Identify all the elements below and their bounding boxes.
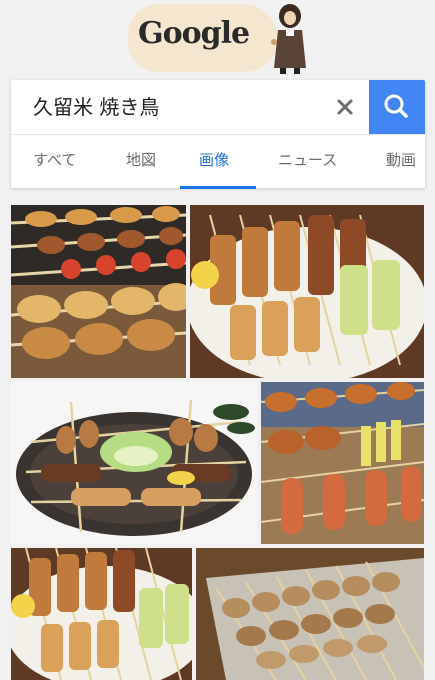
tab-maps[interactable]: 地図 (126, 135, 156, 189)
close-icon (337, 99, 353, 115)
google-doodle[interactable]: Google (0, 0, 435, 78)
search-input[interactable] (33, 80, 333, 134)
search-card: すべて 地図 画像 ニュース 動画 (11, 80, 425, 189)
result-image-2[interactable] (190, 205, 424, 378)
tab-videos[interactable]: 動画 (386, 135, 416, 189)
result-image-4[interactable] (261, 382, 424, 544)
search-icon (384, 94, 408, 118)
tab-images[interactable]: 画像 (199, 135, 229, 189)
search-tabs: すべて 地図 画像 ニュース 動画 (11, 134, 425, 189)
doodle-logo-text: Google (138, 16, 250, 51)
yakitori-photo-3 (11, 382, 257, 544)
yakitori-photo-1 (11, 205, 186, 378)
result-image-5[interactable] (11, 548, 192, 680)
tab-all[interactable]: すべて (33, 135, 76, 189)
clear-button[interactable] (331, 93, 359, 121)
search-bar (11, 80, 425, 134)
tab-news[interactable]: ニュース (278, 135, 337, 189)
doodle-figure-illustration (271, 4, 306, 74)
result-image-6[interactable] (196, 548, 424, 680)
result-image-1[interactable] (11, 205, 186, 378)
yakitori-photo-2 (190, 205, 424, 378)
yakitori-photo-6 (196, 548, 424, 680)
search-button[interactable] (369, 80, 425, 134)
result-image-3[interactable] (11, 382, 257, 544)
yakitori-photo-4 (261, 382, 424, 544)
active-tab-indicator (180, 186, 256, 189)
yakitori-photo-5 (11, 548, 192, 680)
